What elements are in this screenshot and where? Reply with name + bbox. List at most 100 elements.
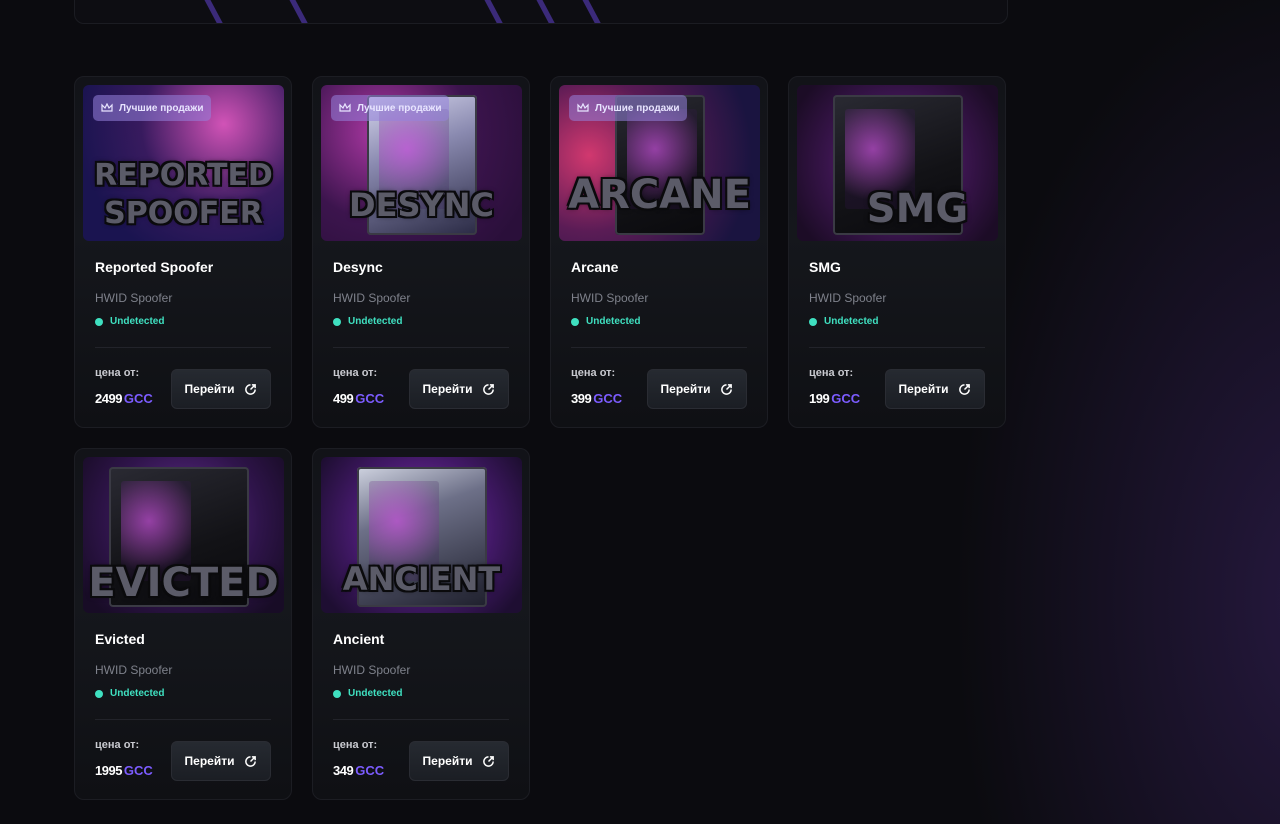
divider [809, 347, 985, 348]
status-indicator: Undetected [333, 688, 402, 699]
status-dot-icon [95, 317, 103, 326]
banner-stripe [274, 0, 312, 23]
price-label: цена от: [333, 739, 378, 751]
price-value: 1995 GCC [95, 763, 153, 778]
product-image[interactable]: SMG [797, 85, 998, 241]
banner-stripe [521, 0, 559, 23]
go-button-label: Перейти [898, 382, 949, 396]
product-card[interactable]: Лучшие продажи ARCANE Arcane HWID Spoofe… [550, 76, 768, 428]
price-value: 399 GCC [571, 391, 622, 406]
product-category: HWID Spoofer [333, 663, 411, 677]
bestseller-badge: Лучшие продажи [331, 95, 450, 121]
price-currency: GCC [123, 391, 153, 406]
go-button[interactable]: Перейти [885, 369, 985, 409]
crown-icon [101, 103, 113, 112]
status-text: Undetected [110, 688, 165, 699]
divider [571, 347, 747, 348]
status-text: Undetected [110, 316, 165, 327]
product-title[interactable]: Arcane [571, 259, 618, 275]
divider [95, 719, 271, 720]
product-category: HWID Spoofer [95, 663, 173, 677]
badge-label: Лучшие продажи [119, 102, 204, 114]
price-value: 199 GCC [809, 391, 860, 406]
go-button[interactable]: Перейти [409, 741, 509, 781]
status-dot-icon [809, 317, 817, 326]
product-grid: Лучшие продажи REPORTED SPOOFER Reported… [74, 76, 1014, 800]
external-link-icon [245, 755, 257, 767]
external-link-icon [959, 383, 971, 395]
product-card[interactable]: EVICTED Evicted HWID Spoofer Undetected … [74, 448, 292, 800]
product-image-title: DESYNC [349, 186, 494, 224]
price-value: 2499 GCC [95, 391, 153, 406]
divider [333, 347, 509, 348]
price-label: цена от: [95, 367, 140, 379]
product-card[interactable]: Лучшие продажи REPORTED SPOOFER Reported… [74, 76, 292, 428]
status-text: Undetected [824, 316, 879, 327]
price-label: цена от: [333, 367, 378, 379]
price-currency: GCC [123, 763, 153, 778]
price-amount: 199 [809, 391, 830, 406]
product-image[interactable]: ANCIENT [321, 457, 522, 613]
status-text: Undetected [586, 316, 641, 327]
external-link-icon [483, 755, 495, 767]
price-amount: 399 [571, 391, 592, 406]
go-button-label: Перейти [184, 382, 235, 396]
external-link-icon [245, 383, 257, 395]
product-image-title: REPORTED SPOOFER [94, 158, 273, 231]
price-currency: GCC [831, 391, 861, 406]
price-value: 349 GCC [333, 763, 384, 778]
top-banner [74, 0, 1008, 24]
product-category: HWID Spoofer [333, 291, 411, 305]
product-title[interactable]: SMG [809, 259, 841, 275]
product-image[interactable]: Лучшие продажи DESYNC [321, 85, 522, 241]
product-title[interactable]: Evicted [95, 631, 145, 647]
product-card[interactable]: Лучшие продажи DESYNC Desync HWID Spoofe… [312, 76, 530, 428]
go-button-label: Перейти [422, 754, 473, 768]
price-amount: 349 [333, 763, 354, 778]
product-card[interactable]: SMG SMG HWID Spoofer Undetected цена от:… [788, 76, 1006, 428]
product-image[interactable]: Лучшие продажи ARCANE [559, 85, 760, 241]
external-link-icon [721, 383, 733, 395]
price-value: 499 GCC [333, 391, 384, 406]
go-button-label: Перейти [422, 382, 473, 396]
status-indicator: Undetected [809, 316, 878, 327]
product-category: HWID Spoofer [95, 291, 173, 305]
status-dot-icon [95, 689, 103, 698]
product-title[interactable]: Desync [333, 259, 383, 275]
go-button[interactable]: Перейти [171, 369, 271, 409]
external-link-icon [483, 383, 495, 395]
go-button-label: Перейти [184, 754, 235, 768]
product-card[interactable]: ANCIENT Ancient HWID Spoofer Undetected … [312, 448, 530, 800]
go-button[interactable]: Перейти [409, 369, 509, 409]
price-currency: GCC [355, 391, 385, 406]
go-button[interactable]: Перейти [171, 741, 271, 781]
badge-label: Лучшие продажи [357, 102, 442, 114]
price-amount: 499 [333, 391, 354, 406]
price-label: цена от: [95, 739, 140, 751]
banner-stripe [189, 0, 227, 23]
status-indicator: Undetected [95, 688, 164, 699]
product-image[interactable]: Лучшие продажи REPORTED SPOOFER [83, 85, 284, 241]
product-image-title: SMG [866, 186, 969, 232]
price-label: цена от: [809, 367, 854, 379]
status-text: Undetected [348, 688, 403, 699]
product-category: HWID Spoofer [571, 291, 649, 305]
price-currency: GCC [593, 391, 623, 406]
product-image-title: ANCIENT [342, 560, 501, 598]
product-title[interactable]: Ancient [333, 631, 384, 647]
badge-label: Лучшие продажи [595, 102, 680, 114]
go-button[interactable]: Перейти [647, 369, 747, 409]
status-indicator: Undetected [95, 316, 164, 327]
banner-stripe [469, 0, 507, 23]
status-dot-icon [333, 689, 341, 698]
status-text: Undetected [348, 316, 403, 327]
divider [95, 347, 271, 348]
price-label: цена от: [571, 367, 616, 379]
status-dot-icon [333, 317, 341, 326]
status-indicator: Undetected [333, 316, 402, 327]
go-button-label: Перейти [660, 382, 711, 396]
product-image[interactable]: EVICTED [83, 457, 284, 613]
bestseller-badge: Лучшие продажи [93, 95, 212, 121]
product-category: HWID Spoofer [809, 291, 887, 305]
product-title[interactable]: Reported Spoofer [95, 259, 213, 275]
